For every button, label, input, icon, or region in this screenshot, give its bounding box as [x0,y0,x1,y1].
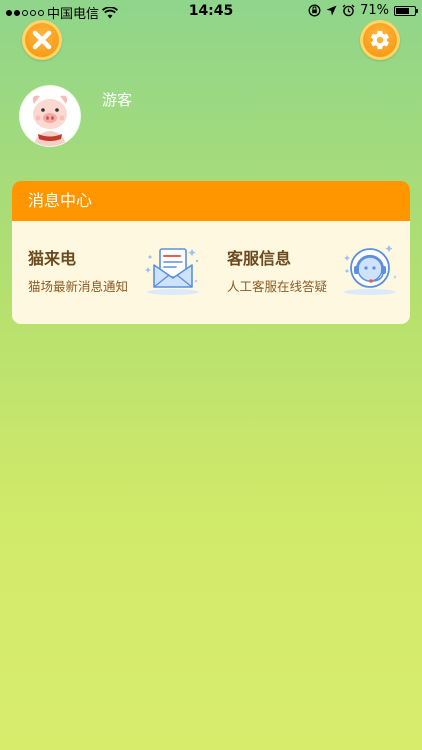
status-bar: 中国电信 14:45 71% [0,0,422,22]
alarm-clock-icon [342,4,355,17]
pig-avatar-icon [20,86,80,146]
settings-button[interactable] [360,20,400,60]
message-item-customer-service[interactable]: 客服信息 人工客服在线答疑 [211,221,410,324]
message-item-cat-call[interactable]: 猫来电 猫场最新消息通知 [12,221,211,324]
location-arrow-icon [326,5,337,16]
username-label: 游客 [102,91,133,109]
headset-icon [344,245,397,295]
message-item-title: 猫来电 [28,249,77,268]
battery-percent: 71% [360,3,389,18]
gear-icon [370,30,389,50]
status-right: 71% [308,3,418,18]
avatar[interactable] [20,86,80,146]
orientation-lock-icon [308,4,321,17]
close-button[interactable] [22,20,62,60]
message-center-card: 消息中心 猫来电 猫场最新消息通知 客服信息 人工客服在线答疑 [12,181,410,324]
message-item-subtitle: 猫场最新消息通知 [28,279,129,294]
message-center-title: 消息中心 [12,181,410,221]
message-item-title: 客服信息 [227,249,292,268]
battery-icon [394,5,418,16]
envelope-icon [145,248,199,295]
message-item-subtitle: 人工客服在线答疑 [227,279,328,294]
close-icon [32,30,52,50]
